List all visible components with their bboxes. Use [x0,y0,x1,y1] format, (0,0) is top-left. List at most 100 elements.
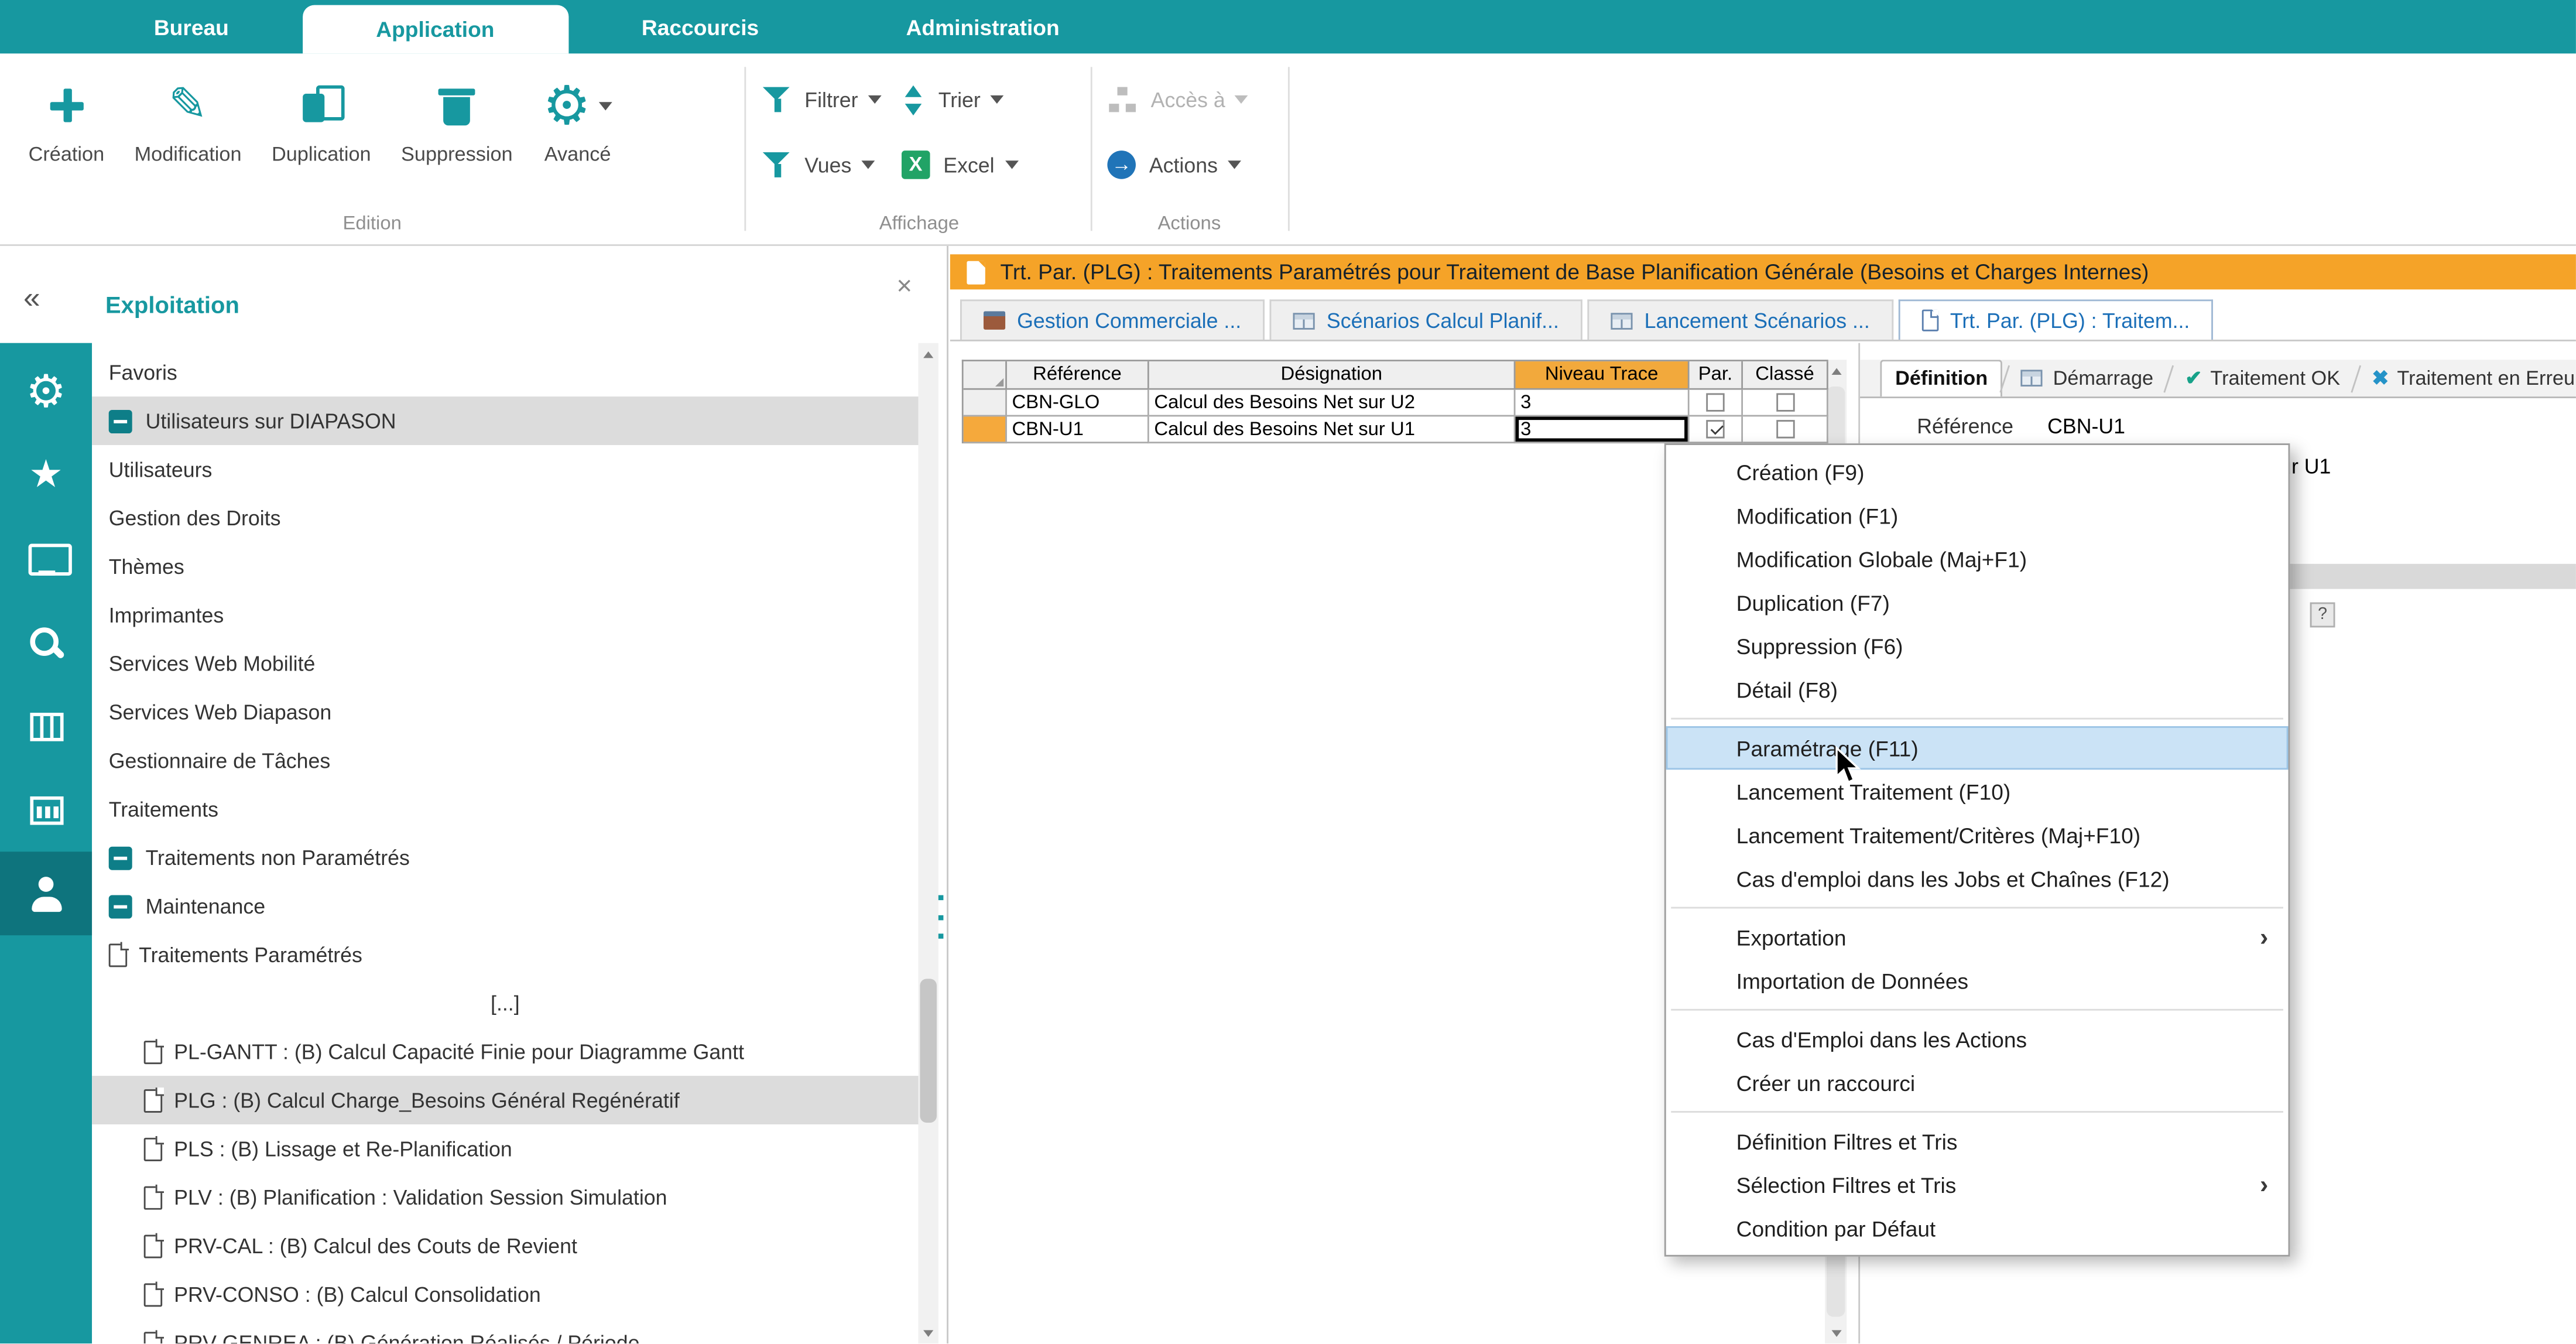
trier-button[interactable]: Trier [895,72,1025,127]
duplication-button[interactable]: Duplication [256,67,386,207]
tab-traitement-ok[interactable]: Traitement OK [2172,360,2354,397]
sidebar-item[interactable]: Services Web Diapason [92,688,918,736]
sidebar-item[interactable]: Favoris [92,348,918,396]
context-menu-item[interactable]: Créer un raccourci [1666,1061,2289,1104]
column-header-niveau-trace[interactable]: Niveau Trace [1516,361,1690,390]
modification-button[interactable]: Modification [119,67,256,207]
tab-traitement-erreur[interactable]: Traitement en Erreur [2359,360,2576,397]
creation-button[interactable]: Création [13,67,119,207]
excel-button[interactable]: Excel [895,137,1025,192]
context-menu-item[interactable]: Sélection Filtres et Tris [1666,1163,2289,1206]
column-header-designation[interactable]: Désignation [1149,361,1516,390]
sidebar-item[interactable]: Utilisateurs sur DIAPASON [92,396,918,445]
cell-designation[interactable]: Calcul des Besoins Net sur U2 [1149,390,1516,417]
ribbon-tab[interactable]: Application [303,5,568,54]
checkbox[interactable] [1706,420,1724,438]
context-menu-item[interactable]: Définition Filtres et Tris [1666,1119,2289,1162]
context-menu-item[interactable]: Suppression (F6) [1666,624,2289,668]
sidebar-item[interactable]: Maintenance [92,882,918,931]
scrollbar-thumb[interactable] [920,979,937,1123]
context-menu-item[interactable]: Cas d'emploi dans les Jobs et Chaînes (F… [1666,857,2289,900]
rail-chart-icon[interactable] [0,768,92,851]
sidebar-item[interactable]: Thèmes [92,542,918,591]
cell-classe[interactable] [1743,390,1828,417]
sidebar-item[interactable]: PRV-CONSO : (B) Calcul Consolidation [92,1270,918,1319]
sidebar-item[interactable]: PLS : (B) Lissage et Re-Planification [92,1124,918,1173]
cell-reference[interactable]: CBN-U1 [1007,416,1149,443]
rail-user-icon[interactable] [0,851,92,935]
cell-par[interactable] [1690,416,1743,443]
context-menu-item[interactable] [1666,711,2289,726]
context-menu-item[interactable]: Exportation [1666,915,2289,959]
checkbox[interactable] [1776,420,1794,438]
sidebar-item[interactable]: PL-GANTT : (B) Calcul Capacité Finie pou… [92,1027,918,1076]
column-header-par[interactable]: Par. [1690,361,1743,390]
row-selector-header[interactable] [964,361,1007,390]
cell-classe[interactable] [1743,416,1828,443]
ribbon-tab[interactable]: Administration [833,0,1133,53]
context-menu-item[interactable]: Modification (F1) [1666,494,2289,537]
context-menu-item[interactable]: Paramétrage (F11) [1666,726,2289,770]
context-menu-item[interactable]: Condition par Défaut [1666,1206,2289,1250]
tab-definition[interactable]: Définition [1880,360,2003,397]
rail-star-icon[interactable] [0,433,92,517]
scroll-down-icon[interactable] [1825,1322,1847,1343]
cell-designation[interactable]: Calcul des Besoins Net sur U1 [1149,416,1516,443]
checkbox[interactable] [1706,393,1724,411]
tab-trt-par-plg[interactable]: Trt. Par. (PLG) : Traitem... [1898,299,2213,340]
ribbon-tab[interactable]: Raccourcis [568,0,833,53]
context-menu-item[interactable]: Importation de Données [1666,959,2289,1002]
avance-button[interactable]: Avancé [527,67,628,207]
column-header-reference[interactable]: Référence [1007,361,1149,390]
tab-demarrage[interactable]: Démarrage [2008,360,2167,397]
sidebar-item[interactable]: [...] [92,979,918,1027]
sidebar-item[interactable]: Traitements [92,785,918,833]
tab-lancement-scenarios[interactable]: Lancement Scénarios ... [1587,299,1893,340]
checkbox[interactable] [1776,393,1794,411]
sidebar-item[interactable]: Imprimantes [92,591,918,639]
context-menu-item[interactable]: Duplication (F7) [1666,580,2289,624]
scroll-down-icon[interactable] [919,1322,938,1343]
suppression-button[interactable]: Suppression [386,67,527,207]
close-sidebar-icon[interactable] [896,273,912,303]
context-menu-item[interactable]: Cas d'Emploi dans les Actions [1666,1017,2289,1061]
context-menu-item[interactable]: Lancement Traitement (F10) [1666,770,2289,813]
context-menu-item[interactable] [1666,1002,2289,1017]
row-selector[interactable] [964,390,1007,417]
collapse-sidebar-icon[interactable] [23,281,40,316]
context-menu-item[interactable] [1666,900,2289,915]
rail-search-icon[interactable] [0,601,92,685]
cell-par[interactable] [1690,390,1743,417]
sidebar-item[interactable]: PRV-GENREA : (B) Génération Réalisés / P… [92,1318,918,1343]
sidebar-item[interactable]: Traitements Paramétrés [92,931,918,979]
sidebar-item[interactable]: Gestionnaire de Tâches [92,736,918,785]
context-menu-item[interactable]: Lancement Traitement/Critères (Maj+F10) [1666,813,2289,857]
sidebar-scrollbar[interactable] [919,343,938,1344]
sidebar-item[interactable]: Utilisateurs [92,445,918,494]
row-selector-current[interactable] [964,416,1007,443]
scroll-up-icon[interactable] [919,343,938,365]
context-menu-item[interactable]: Détail (F8) [1666,668,2289,711]
rail-gear-icon[interactable] [0,350,92,433]
help-button[interactable]: ? [2310,603,2335,628]
sidebar-item[interactable]: PLG : (B) Calcul Charge_Besoins Général … [92,1076,918,1124]
rail-monitor-icon[interactable] [0,517,92,601]
tab-scenarios-calcul[interactable]: Scénarios Calcul Planif... [1270,299,1582,340]
niveau-trace-edit-cell[interactable]: 3 [1516,416,1690,443]
context-menu-item[interactable]: Modification Globale (Maj+F1) [1666,537,2289,580]
sidebar-item[interactable]: Gestion des Droits [92,494,918,542]
cell-reference[interactable]: CBN-GLO [1007,390,1149,417]
vues-button[interactable]: Vues [756,137,888,192]
cell-niveau-trace[interactable]: 3 [1516,390,1690,417]
tab-gestion-commerciale[interactable]: Gestion Commerciale ... [960,299,1265,340]
ribbon-tab[interactable]: Bureau [80,0,302,53]
actions-button[interactable]: Actions [1101,137,1255,192]
sidebar-item[interactable]: Traitements non Paramétrés [92,833,918,882]
filtrer-button[interactable]: Filtrer [756,72,888,127]
rail-columns-icon[interactable] [0,685,92,768]
column-header-classe[interactable]: Classé [1743,361,1828,390]
sidebar-item[interactable]: PRV-CAL : (B) Calcul des Couts de Revien… [92,1222,918,1270]
context-menu-item[interactable] [1666,1104,2289,1120]
context-menu-item[interactable]: Création (F9) [1666,450,2289,494]
splitter-grip[interactable] [937,895,945,939]
